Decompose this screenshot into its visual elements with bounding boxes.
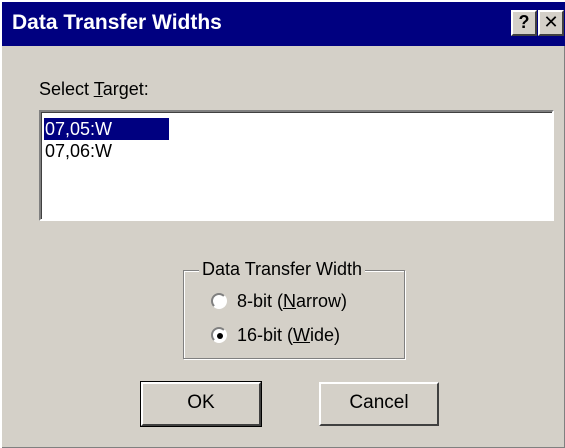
dialog-window: Data Transfer Widths ? ✕ Select Target: … [0, 0, 565, 448]
radio-label: 16-bit (Wide) [237, 325, 341, 345]
close-button[interactable]: ✕ [538, 10, 564, 36]
ok-button[interactable]: OK [140, 381, 262, 427]
select-target-accelerator: T [93, 79, 103, 99]
list-item[interactable]: 07,05:W [44, 118, 169, 140]
radio-dot-icon [217, 333, 223, 339]
transfer-width-group: Data Transfer Width 8-bit (Narrow) 16-bi… [183, 259, 405, 359]
list-item[interactable]: 07,06:W [44, 140, 112, 162]
radio-button-icon[interactable] [211, 293, 227, 309]
group-legend: Data Transfer Width [199, 259, 366, 280]
radio-label: 8-bit (Narrow) [237, 291, 348, 311]
ok-button-label: OK [187, 392, 215, 413]
cancel-button[interactable]: Cancel [319, 382, 439, 426]
radio-button-checked-icon[interactable] [211, 327, 227, 343]
help-button[interactable]: ? [511, 10, 537, 36]
select-target-label-suffix: arget: [102, 79, 149, 99]
select-target-label: Select Target: [39, 79, 149, 100]
select-target-label-prefix: Select [39, 79, 94, 99]
cancel-button-label: Cancel [349, 392, 409, 413]
title-bar[interactable]: Data Transfer Widths ? ✕ [2, 2, 565, 46]
window-title: Data Transfer Widths [12, 11, 222, 34]
target-listbox[interactable]: 07,05:W 07,06:W [39, 110, 554, 221]
